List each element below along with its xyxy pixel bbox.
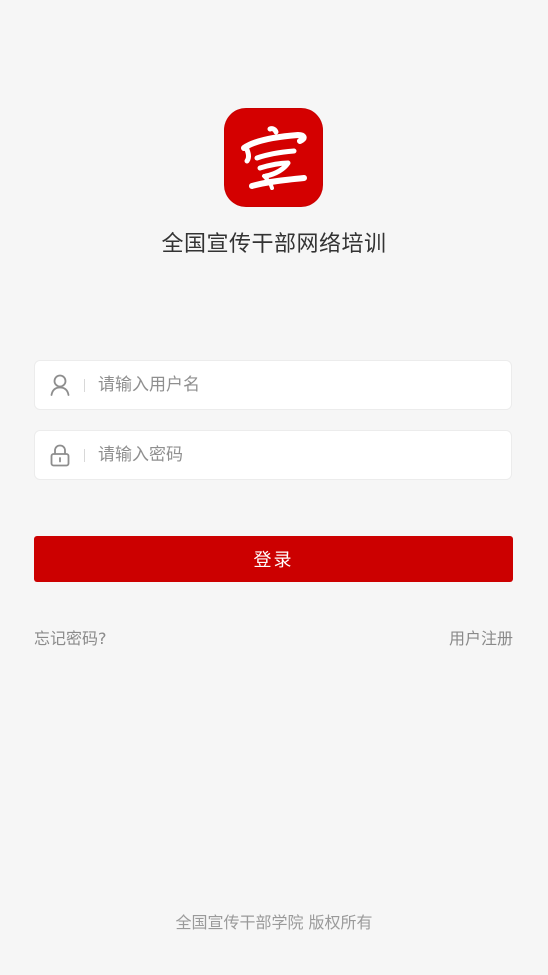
- field-divider: [84, 449, 85, 462]
- user-icon: [49, 373, 71, 397]
- password-input[interactable]: [98, 431, 498, 479]
- xuan-calligraphy-logo-icon: [241, 126, 307, 190]
- lock-icon: [49, 443, 71, 467]
- login-button[interactable]: 登录: [34, 536, 513, 582]
- app-logo: [224, 108, 323, 207]
- copyright-footer: 全国宣传干部学院 版权所有: [175, 913, 373, 932]
- forgot-password-link[interactable]: 忘记密码?: [34, 625, 107, 649]
- app-title: 全国宣传干部网络培训: [161, 232, 387, 257]
- register-link[interactable]: 用户注册: [449, 625, 513, 649]
- field-divider: [84, 379, 85, 392]
- password-field[interactable]: [34, 430, 512, 480]
- username-field[interactable]: [34, 360, 512, 410]
- username-input[interactable]: [98, 361, 498, 409]
